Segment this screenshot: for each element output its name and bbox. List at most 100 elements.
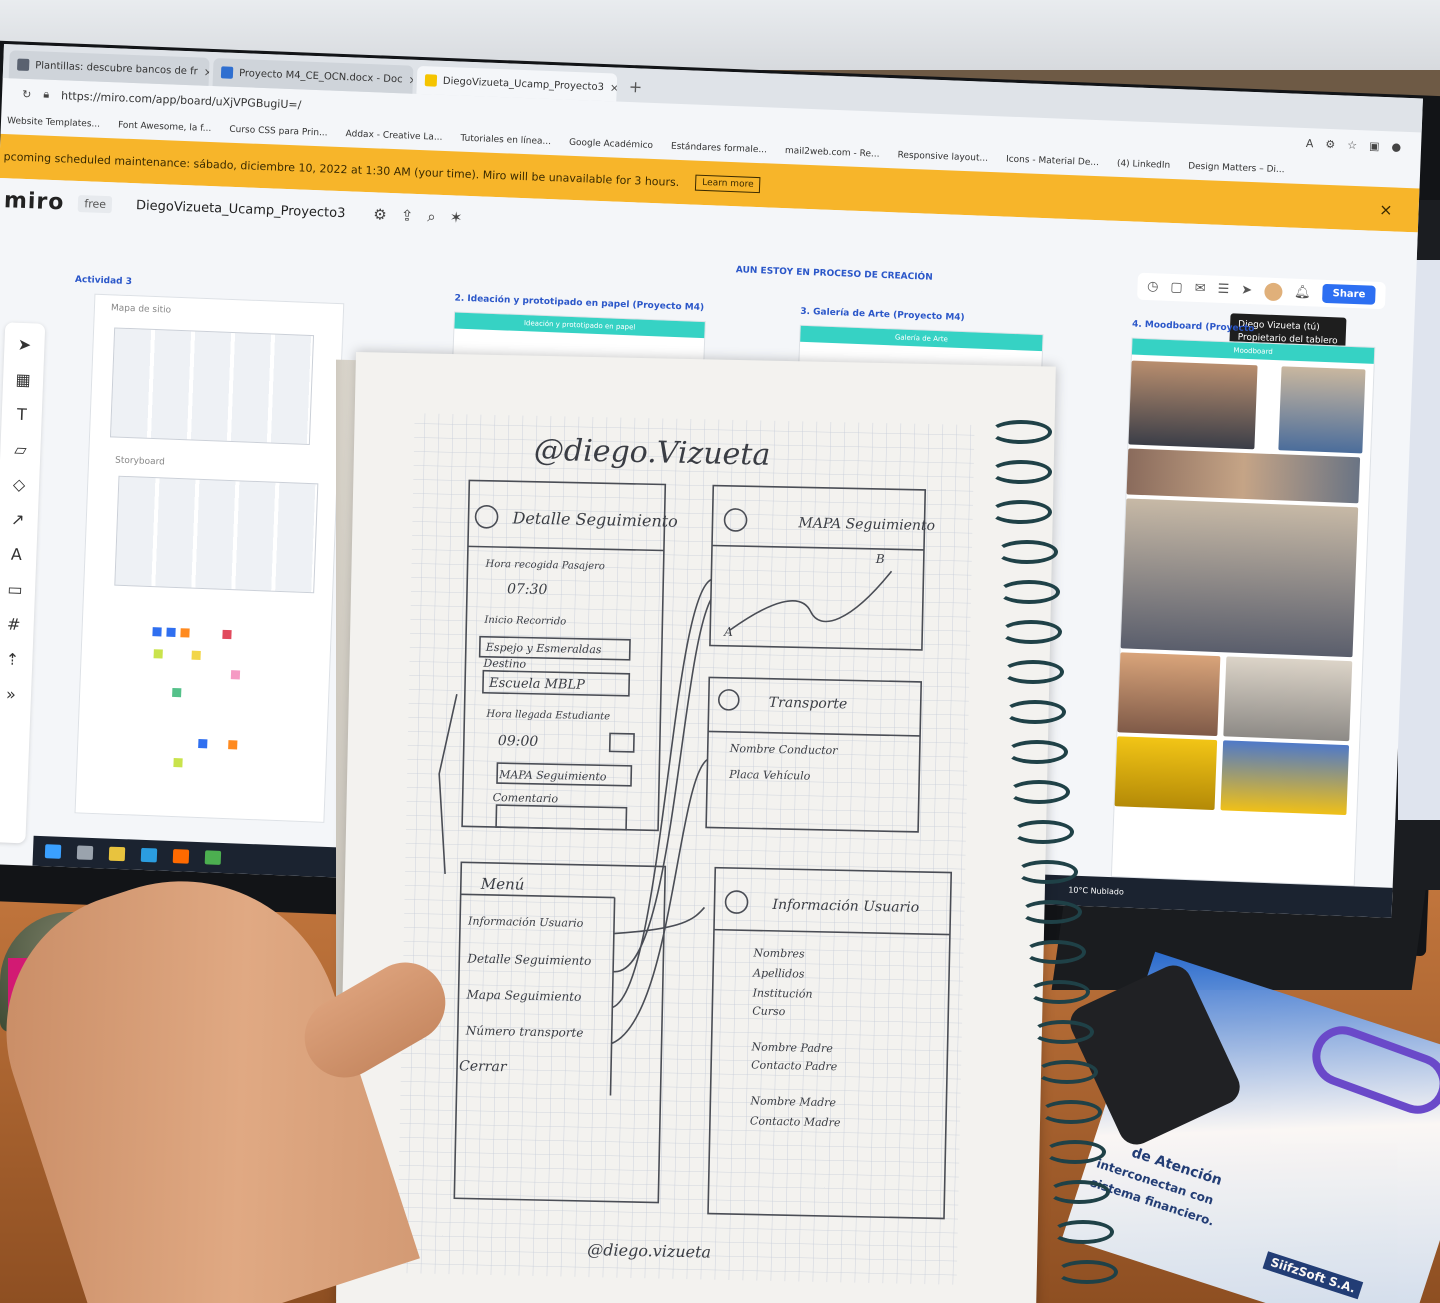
plan-badge[interactable]: free — [78, 194, 113, 213]
sticky-note[interactable] — [191, 650, 201, 660]
bell-icon[interactable]: 🔔︎ — [1294, 285, 1311, 301]
search-taskbar-icon[interactable] — [76, 845, 94, 861]
upload-icon[interactable]: ⇡ — [5, 650, 19, 670]
tab-favicon-icon — [16, 58, 30, 71]
templates-icon[interactable]: ▦ — [15, 370, 31, 390]
read-aloud-icon[interactable]: A — [1306, 137, 1314, 150]
sketch-item: MAPA Seguimiento — [498, 768, 607, 783]
moodboard-photo-bus-2[interactable] — [1220, 740, 1350, 816]
sketch-item: Nombre Conductor — [729, 742, 839, 757]
illustrator-icon[interactable] — [172, 849, 190, 864]
export-icon[interactable]: ⇪ — [400, 206, 413, 224]
bookmark-item[interactable]: Responsive layout... — [897, 150, 988, 163]
sticky-note[interactable] — [222, 629, 232, 640]
sticky-note[interactable] — [152, 627, 162, 637]
extension-icon[interactable]: ⚙ — [1325, 137, 1335, 150]
moodboard-photo-bus[interactable] — [1114, 736, 1218, 811]
note-icon[interactable]: ▢ — [1170, 280, 1183, 295]
miro-logo[interactable]: miro — [4, 188, 65, 215]
spiral-coil — [998, 580, 1060, 604]
profile-avatar-icon[interactable]: ● — [1391, 140, 1401, 153]
miro-favicon-icon — [424, 74, 438, 87]
moodboard-photo-child[interactable] — [1117, 652, 1221, 737]
connection-line-icon[interactable]: ↗ — [11, 510, 25, 530]
tab-label: Plantillas: descubre bancos de fr — [34, 59, 198, 77]
comment-icon[interactable]: ✉ — [1194, 281, 1205, 296]
frame-actividad[interactable]: Mapa de sitio Storyboard — [74, 293, 345, 823]
sticky-note[interactable] — [198, 738, 208, 749]
frame-moodboard[interactable]: Moodboard — [1110, 337, 1376, 887]
bookmark-item[interactable]: Design Matters – Di... — [1188, 162, 1285, 176]
more-icon[interactable]: » — [6, 685, 17, 704]
select-icon[interactable]: ➤ — [17, 335, 31, 355]
timer-icon[interactable]: ◷ — [1147, 279, 1159, 294]
bookmark-item[interactable]: Google Académico — [569, 138, 653, 151]
bookmark-item[interactable]: mail2web.com - Re... — [785, 146, 880, 160]
moodboard-photo-team[interactable] — [1128, 360, 1258, 450]
frame-icon[interactable]: # — [7, 615, 21, 635]
bookmark-item[interactable]: (4) LinkedIn — [1117, 159, 1171, 171]
bookmark-item[interactable]: Icons - Material De... — [1006, 155, 1099, 169]
new-tab-button[interactable]: + — [620, 77, 650, 103]
sticky-note[interactable] — [180, 628, 190, 638]
timer-icon[interactable]: ✶ — [449, 208, 462, 226]
sketch-item: Información Usuario — [467, 914, 584, 929]
moodboard-photo-students[interactable] — [1126, 448, 1361, 504]
frame-label-ideacion[interactable]: 2. Ideación y prototipado en papel (Proy… — [454, 293, 704, 313]
spiral-coil — [1004, 700, 1066, 724]
file-explorer-icon[interactable] — [108, 846, 126, 862]
sketch-item: Apellidos — [752, 966, 805, 980]
bookmark-item[interactable]: Font Awesome, la f... — [118, 120, 212, 134]
frame-label-galeria[interactable]: 3. Galería de Arte (Proyecto M4) — [800, 307, 965, 323]
close-tab-icon[interactable]: × — [204, 65, 210, 78]
spiral-coil — [1044, 1140, 1106, 1164]
lock-icon[interactable]: 🔒︎ — [43, 88, 49, 102]
sticky-note[interactable] — [153, 649, 163, 659]
reload-icon[interactable]: ↻ — [22, 87, 32, 100]
shapes-icon[interactable]: ◇ — [13, 475, 26, 494]
close-banner-icon[interactable]: × — [1379, 199, 1393, 219]
favorites-star-icon[interactable]: ☆ — [1347, 138, 1357, 151]
sticky-note[interactable] — [228, 740, 238, 750]
moodboard-photo-school[interactable] — [1223, 656, 1353, 742]
list-icon[interactable]: ☰ — [1217, 282, 1229, 297]
storyboard-grid[interactable] — [114, 475, 319, 594]
bookmark-item[interactable]: Curso CSS para Prin... — [229, 125, 328, 139]
sticky-note[interactable] — [230, 670, 241, 680]
moodboard-photo-family[interactable] — [1120, 498, 1359, 658]
collections-icon[interactable]: ▣ — [1369, 139, 1380, 152]
sticky-note[interactable] — [173, 758, 183, 768]
board-name[interactable]: DiegoVizueta_Ucamp_Proyecto3 — [136, 198, 346, 221]
spiral-coil — [1016, 860, 1078, 884]
bookmark-item[interactable]: Addax - Creative La... — [345, 129, 442, 143]
moodboard-photo-classroom[interactable] — [1278, 366, 1366, 454]
avatar[interactable] — [1263, 282, 1283, 301]
sticky-note[interactable] — [172, 687, 182, 698]
windows-start-icon[interactable] — [44, 844, 62, 859]
sketch-footer: @diego.vizueta — [587, 1240, 711, 1262]
spiral-coil — [1000, 620, 1062, 644]
share-button[interactable]: Share — [1322, 283, 1376, 305]
bookmark-item[interactable]: Tutoriales en línea... — [460, 134, 551, 147]
close-tab-icon[interactable]: × — [610, 81, 618, 94]
chrome-icon[interactable] — [204, 850, 222, 865]
bookmark-item[interactable]: Estándares formale... — [671, 142, 767, 156]
sketch-notebook-page: @diego.Vizueta Detalle Seguimiento Hora … — [335, 352, 1056, 1303]
sitemap-diagram[interactable] — [109, 327, 315, 446]
close-tab-icon[interactable]: × — [408, 73, 413, 86]
pen-icon[interactable]: A — [11, 545, 23, 564]
frame-label-actividad[interactable]: Actividad 3 — [75, 275, 132, 287]
comment-icon[interactable]: ▭ — [7, 580, 23, 600]
sticky-note[interactable] — [166, 627, 176, 638]
spiral-coil — [996, 540, 1058, 564]
search-icon[interactable]: ⌕ — [427, 207, 436, 225]
settings-icon[interactable]: ⚙ — [373, 205, 387, 224]
learn-more-button[interactable]: Learn more — [694, 174, 761, 194]
spiral-coil — [1036, 1060, 1098, 1084]
text-icon[interactable]: T — [17, 405, 28, 424]
sticky-note-icon[interactable]: ▱ — [14, 440, 27, 459]
reactions-icon[interactable]: ➤ — [1241, 283, 1252, 298]
sketch-item: Nombre Padre — [750, 1040, 833, 1055]
edge-browser-icon[interactable] — [140, 847, 158, 863]
bookmark-item[interactable]: Website Templates... — [7, 116, 100, 130]
